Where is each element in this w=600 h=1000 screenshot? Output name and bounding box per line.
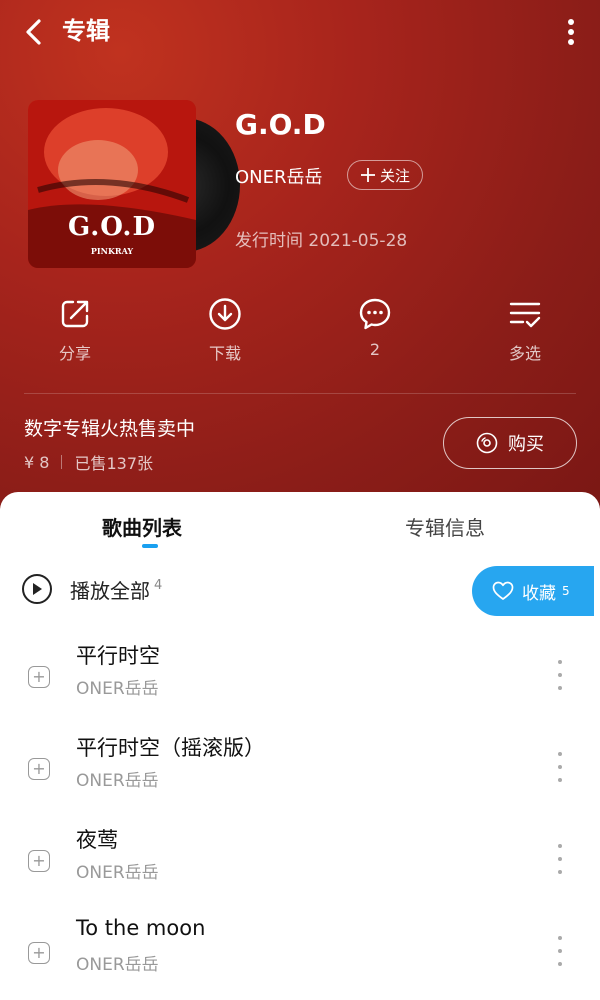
chevron-left-icon — [26, 19, 41, 45]
price-row: ¥ 8 已售137张 — [24, 450, 153, 474]
album-screen: 专辑 G.O.D PINKRAY G.O.D ONER岳岳 关注 发行时间 20… — [0, 0, 600, 1000]
action-bar: 分享 下载 2 多选 — [0, 296, 600, 366]
play-all-count: 4 — [154, 577, 163, 593]
song-more-icon[interactable] — [552, 844, 568, 874]
add-icon[interactable]: + — [28, 942, 50, 964]
download-label: 下载 — [208, 344, 241, 363]
song-title: 平行时空（摇滚版） — [76, 736, 265, 760]
sold-count: 已售137张 — [74, 454, 153, 473]
song-artist: ONER岳岳 — [76, 863, 159, 883]
song-row[interactable]: + 平行时空（摇滚版） ONER岳岳 — [0, 722, 600, 814]
page-title: 专辑 — [62, 17, 110, 45]
song-artist: ONER岳岳 — [76, 955, 159, 975]
song-artist: ONER岳岳 — [76, 771, 159, 791]
tab-song-list[interactable]: 歌曲列表 — [102, 512, 182, 541]
share-label: 分享 — [58, 344, 91, 363]
album-artist[interactable]: ONER岳岳 — [235, 163, 323, 189]
more-button[interactable] — [556, 14, 586, 50]
multiselect-button[interactable]: 多选 — [475, 296, 575, 364]
download-icon — [209, 298, 241, 330]
follow-label: 关注 — [380, 166, 411, 185]
collect-count: 5 — [562, 584, 570, 598]
top-bar: 专辑 — [0, 0, 600, 64]
comment-icon — [359, 298, 391, 330]
song-row[interactable]: + To the moon ONER岳岳 — [0, 906, 600, 998]
song-more-icon[interactable] — [552, 936, 568, 966]
heart-icon — [492, 581, 514, 600]
add-icon[interactable]: + — [28, 758, 50, 780]
disc-icon — [476, 432, 498, 454]
song-row[interactable]: + 夜莺 ONER岳岳 — [0, 814, 600, 906]
cover-art — [28, 100, 196, 268]
multiselect-icon — [509, 302, 541, 328]
play-icon — [22, 574, 52, 604]
cover-title: G.O.D — [67, 212, 157, 242]
follow-button[interactable]: 关注 — [347, 160, 424, 190]
price-separator — [61, 455, 63, 469]
promo-text: 数字专辑火热售卖中 — [24, 418, 196, 440]
cover-subtitle: PINKRAY — [90, 246, 134, 256]
download-button[interactable]: 下载 — [175, 296, 275, 364]
comment-button[interactable]: 2 — [325, 296, 425, 359]
more-vertical-icon — [568, 19, 574, 45]
buy-button[interactable]: 购买 — [443, 417, 577, 469]
album-hero: 专辑 G.O.D PINKRAY G.O.D ONER岳岳 关注 发行时间 20… — [0, 0, 600, 520]
collect-label: 收藏 — [522, 583, 556, 604]
song-title: 夜莺 — [76, 828, 118, 852]
buy-label: 购买 — [508, 434, 544, 455]
multiselect-label: 多选 — [508, 344, 541, 363]
song-row[interactable]: + 平行时空 ONER岳岳 — [0, 630, 600, 722]
album-cover[interactable]: G.O.D PINKRAY — [28, 100, 196, 268]
song-title: To the moon — [76, 916, 206, 940]
tab-indicator — [142, 544, 158, 548]
album-cover-area: G.O.D PINKRAY — [28, 100, 240, 270]
play-all-label: 播放全部 — [70, 578, 150, 603]
plus-icon — [361, 168, 375, 182]
album-name: G.O.D — [235, 108, 326, 141]
song-more-icon[interactable] — [552, 752, 568, 782]
add-icon[interactable]: + — [28, 666, 50, 688]
price: ¥ 8 — [24, 452, 50, 472]
song-title: 平行时空 — [76, 644, 160, 668]
add-icon[interactable]: + — [28, 850, 50, 872]
collect-button[interactable]: 收藏 5 — [472, 566, 594, 616]
comment-count: 2 — [369, 340, 381, 359]
share-icon — [61, 300, 89, 328]
song-artist: ONER岳岳 — [76, 679, 159, 699]
tab-album-info[interactable]: 专辑信息 — [405, 512, 485, 541]
song-sheet: 歌曲列表 专辑信息 播放全部 4 收藏 5 + 平行时空 ONER岳岳 + 平行… — [0, 492, 600, 1000]
share-button[interactable]: 分享 — [25, 296, 125, 364]
release-date: 发行时间 2021-05-28 — [235, 231, 408, 251]
play-all-button[interactable]: 播放全部 4 — [22, 574, 162, 604]
back-button[interactable] — [16, 14, 52, 50]
hero-divider — [24, 393, 576, 394]
song-more-icon[interactable] — [552, 660, 568, 690]
